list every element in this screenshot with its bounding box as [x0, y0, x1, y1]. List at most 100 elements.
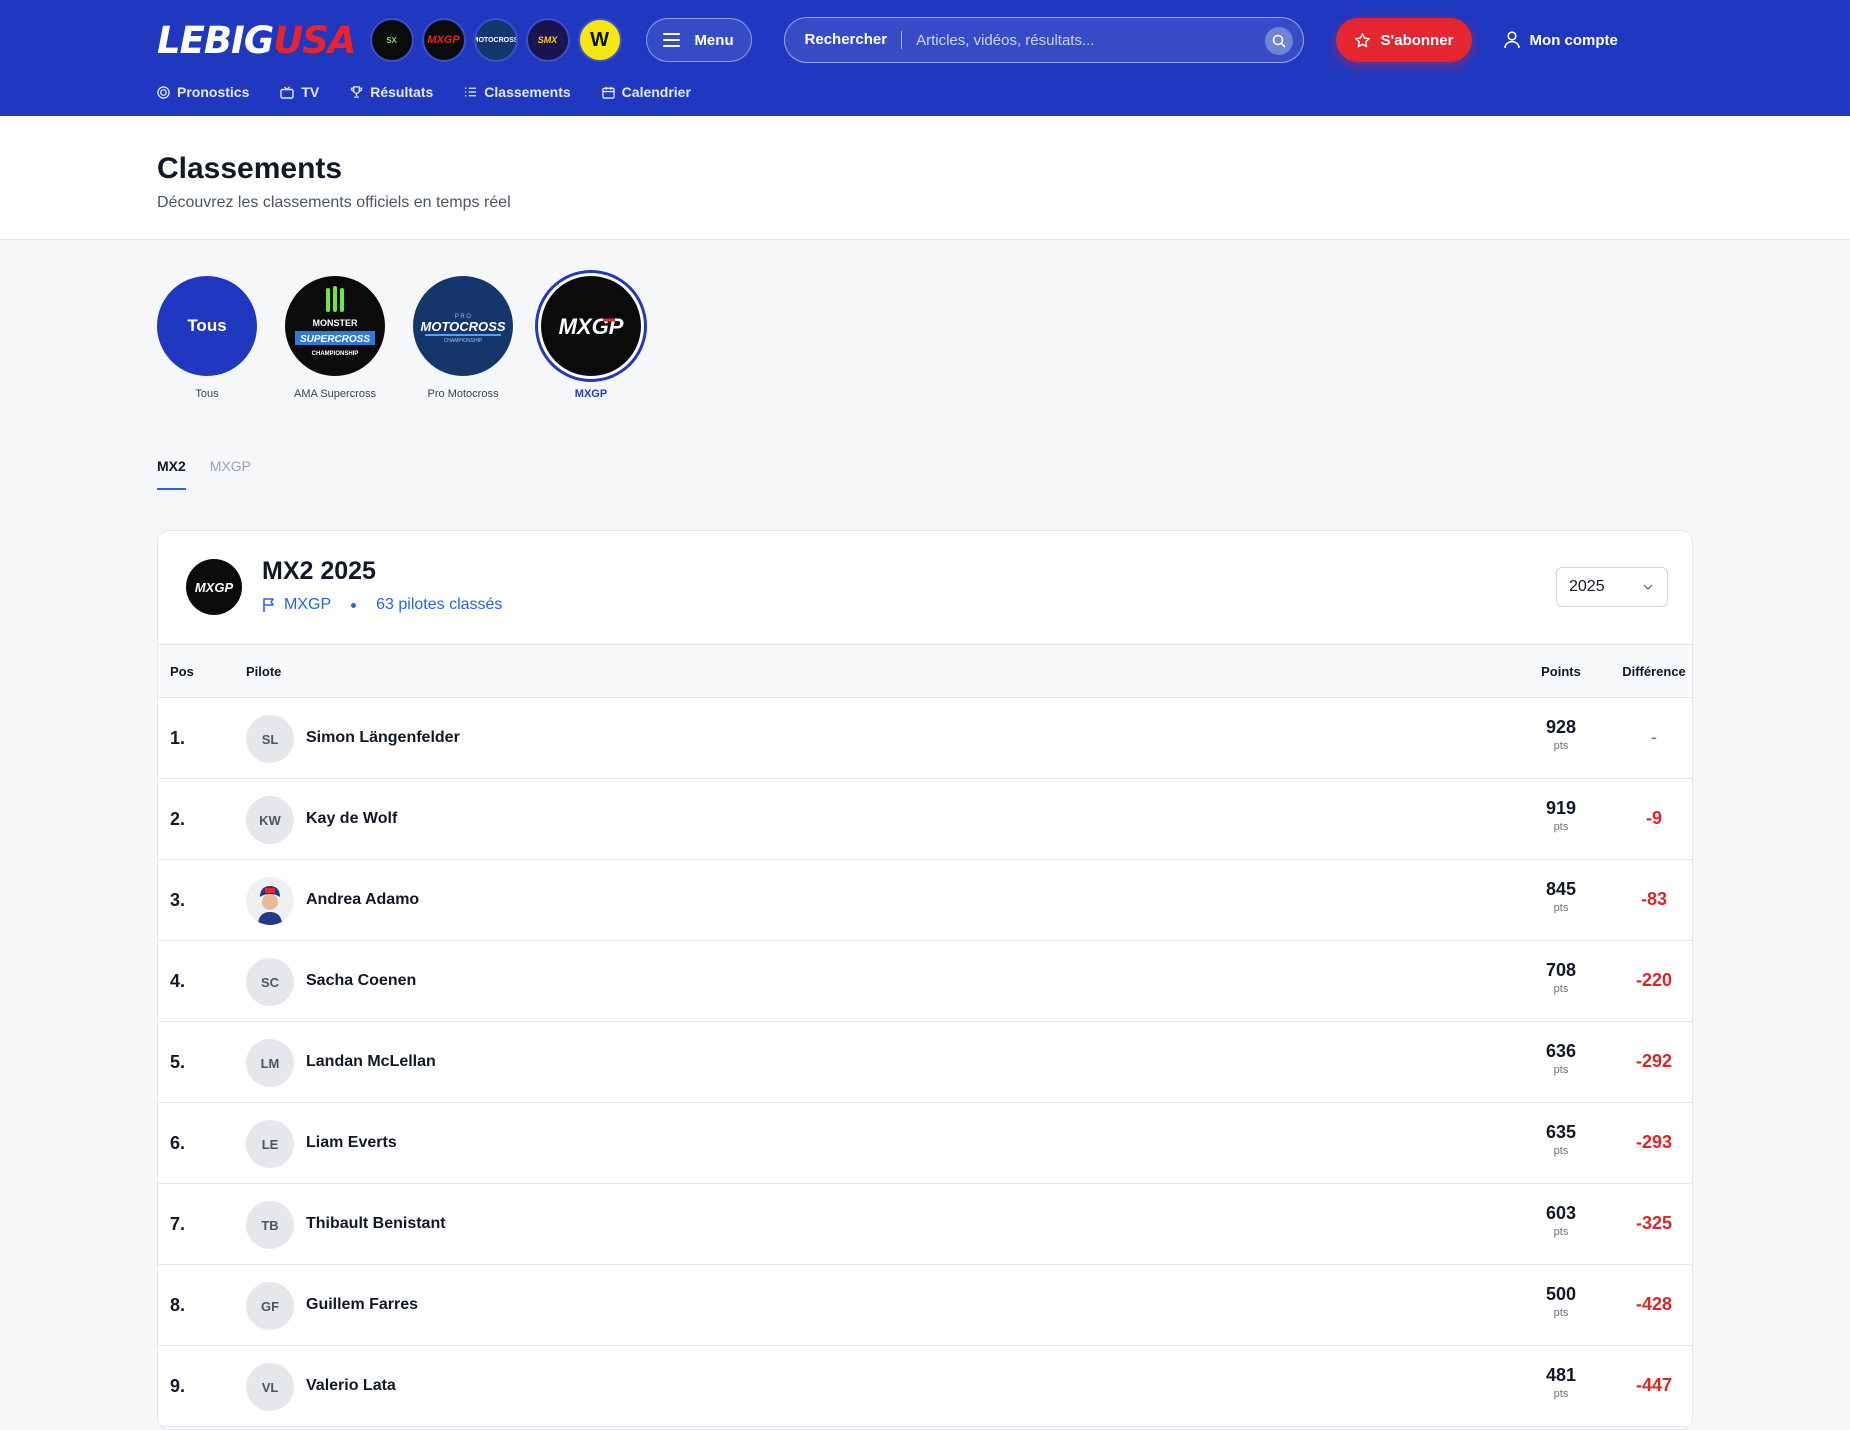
row-diff: -293 — [1635, 1132, 1673, 1152]
site-logo[interactable]: LEBIGUSA — [157, 18, 357, 62]
row-pos: 4. — [170, 971, 186, 991]
standings-card: MXGP MX2 2025 MXGP 63 pilotes classés 20… — [157, 530, 1693, 1430]
row-pos: 9. — [170, 1376, 186, 1396]
menu-label: Menu — [694, 31, 734, 49]
row-points: 845 — [1545, 879, 1577, 899]
subscribe-label: S'abonner — [1380, 31, 1454, 49]
smx-icon[interactable]: SMX — [525, 18, 570, 62]
class-tabs: MX2 MXGP — [157, 458, 251, 490]
nav-resultats[interactable]: Résultats — [350, 84, 433, 100]
col-pilot: Pilote — [246, 664, 282, 679]
site-header: LEBIGUSA SX MXGP MOTOCROSS SMX W Menu Re… — [0, 0, 1850, 116]
pilot-name[interactable]: Andrea Adamo — [306, 891, 419, 909]
championship-filters: Tous Tous MONSTER SUPERCROSS CHAMPIONSHI… — [157, 276, 641, 400]
pro-motocross-logo-icon[interactable]: P R O MOTOCROSS CHAMPIONSHIP — [413, 276, 513, 376]
points-unit: pts — [1553, 1226, 1569, 1238]
row-diff: - — [1651, 727, 1657, 747]
col-pos: Pos — [170, 664, 194, 679]
w-brand-icon[interactable]: W — [577, 18, 622, 62]
tv-icon — [280, 86, 295, 99]
filter-mxgp[interactable]: MXGP MXGP — [541, 276, 641, 400]
standings-series[interactable]: MXGP — [284, 596, 331, 614]
table-row[interactable]: 2. KW Kay de Wolf 919 pts -9 — [158, 779, 1692, 860]
tab-mx2[interactable]: MX2 — [157, 458, 186, 490]
filter-ama-supercross[interactable]: MONSTER SUPERCROSS CHAMPIONSHIP AMA Supe… — [285, 276, 385, 400]
row-pos: 1. — [170, 728, 186, 748]
brand-shortcuts: SX MXGP MOTOCROSS SMX W — [369, 18, 622, 62]
filter-label: Tous — [195, 388, 219, 400]
row-points: 635 — [1545, 1122, 1577, 1142]
avatar: GF — [246, 1282, 294, 1330]
table-row[interactable]: 5. LM Landan McLellan 636 pts -292 — [158, 1022, 1692, 1103]
search-icon[interactable] — [1264, 27, 1293, 55]
subscribe-button[interactable]: S'abonner — [1335, 18, 1472, 62]
search-input[interactable] — [916, 31, 1247, 49]
mxgp-logo-icon: MXGP — [186, 559, 242, 615]
points-unit: pts — [1553, 983, 1569, 995]
nav-calendrier[interactable]: Calendrier — [601, 84, 691, 100]
svg-text:MOTOCROSS: MOTOCROSS — [421, 319, 506, 334]
pilot-name[interactable]: Landan McLellan — [306, 1053, 436, 1071]
menu-button[interactable]: Menu — [645, 18, 752, 62]
account-link[interactable]: Mon compte — [1503, 31, 1618, 49]
filter-tous-circle[interactable]: Tous — [157, 276, 257, 376]
col-points: Points — [1541, 664, 1581, 679]
table-row[interactable]: 9. VL Valerio Lata 481 pts -447 — [158, 1346, 1692, 1427]
filter-pro-motocross[interactable]: P R O MOTOCROSS CHAMPIONSHIP Pro Motocro… — [413, 276, 513, 400]
nav-tv[interactable]: TV — [280, 84, 319, 100]
nav-label: Classements — [484, 84, 571, 100]
filter-label: MXGP — [574, 388, 608, 400]
pilot-name[interactable]: Valerio Lata — [306, 1377, 396, 1395]
table-header: Pos Pilote Points Différence — [158, 645, 1692, 698]
chevron-down-icon — [1643, 584, 1653, 590]
pilot-name[interactable]: Simon Längenfelder — [306, 729, 460, 747]
pilot-name[interactable]: Sacha Coenen — [306, 972, 416, 990]
standings-count: 63 pilotes classés — [376, 596, 503, 613]
mxgp-icon[interactable]: MXGP — [421, 18, 466, 62]
trophy-icon — [350, 86, 363, 98]
calendar-icon — [601, 86, 615, 99]
pilot-name[interactable]: Kay de Wolf — [306, 810, 397, 828]
standings-title: MX2 2025 — [262, 557, 376, 585]
nav-pronostics[interactable]: Pronostics — [157, 84, 249, 100]
row-pos: 2. — [170, 809, 186, 829]
user-icon — [1503, 31, 1520, 49]
row-points: 919 — [1545, 798, 1577, 818]
row-pos: 3. — [170, 890, 186, 910]
pilot-name[interactable]: Liam Everts — [306, 1134, 397, 1152]
filter-label: Pro Motocross — [427, 388, 499, 400]
table-row[interactable]: 3. Andrea Adamo 845 pts -83 — [158, 860, 1692, 941]
standings-header: MXGP MX2 2025 MXGP 63 pilotes classés 20… — [158, 531, 1692, 645]
filter-tous[interactable]: Tous Tous — [157, 276, 257, 400]
nav-classements[interactable]: Classements — [464, 84, 571, 100]
points-unit: pts — [1553, 902, 1569, 914]
avatar: LE — [246, 1120, 294, 1168]
table-row[interactable]: 6. LE Liam Everts 635 pts -293 — [158, 1103, 1692, 1184]
svg-text:CHAMPIONSHIP: CHAMPIONSHIP — [444, 338, 483, 344]
monster-supercross-icon[interactable]: SX — [369, 18, 414, 62]
row-points: 636 — [1545, 1041, 1577, 1061]
table-row[interactable]: 8. GF Guillem Farres 500 pts -428 — [158, 1265, 1692, 1346]
standings-meta: MXGP 63 pilotes classés — [262, 596, 502, 614]
nav-label: Calendrier — [621, 84, 691, 100]
row-diff: -220 — [1635, 970, 1673, 990]
year-select[interactable]: 2025 — [1556, 567, 1668, 607]
points-unit: pts — [1553, 740, 1569, 752]
separator-dot — [351, 602, 357, 608]
points-unit: pts — [1553, 821, 1569, 833]
pilot-name[interactable]: Thibault Benistant — [306, 1215, 446, 1233]
table-row[interactable]: 1. SL Simon Längenfelder 928 pts - — [158, 698, 1692, 779]
table-row[interactable]: 4. SC Sacha Coenen 708 pts -220 — [158, 941, 1692, 1022]
avatar: VL — [246, 1363, 294, 1411]
avatar: SC — [246, 958, 294, 1006]
svg-text:MONSTER: MONSTER — [313, 318, 359, 328]
avatar-photo — [246, 877, 294, 925]
motocross-icon[interactable]: MOTOCROSS — [473, 18, 518, 62]
logo-main-text: LEBIG — [157, 18, 274, 62]
mxgp-logo-icon[interactable]: MXGP — [541, 276, 641, 376]
tab-mxgp[interactable]: MXGP — [210, 458, 251, 490]
ama-supercross-logo-icon[interactable]: MONSTER SUPERCROSS CHAMPIONSHIP — [285, 276, 385, 376]
row-diff: -292 — [1635, 1051, 1673, 1071]
pilot-name[interactable]: Guillem Farres — [306, 1296, 418, 1314]
table-row[interactable]: 7. TB Thibault Benistant 603 pts -325 — [158, 1184, 1692, 1265]
